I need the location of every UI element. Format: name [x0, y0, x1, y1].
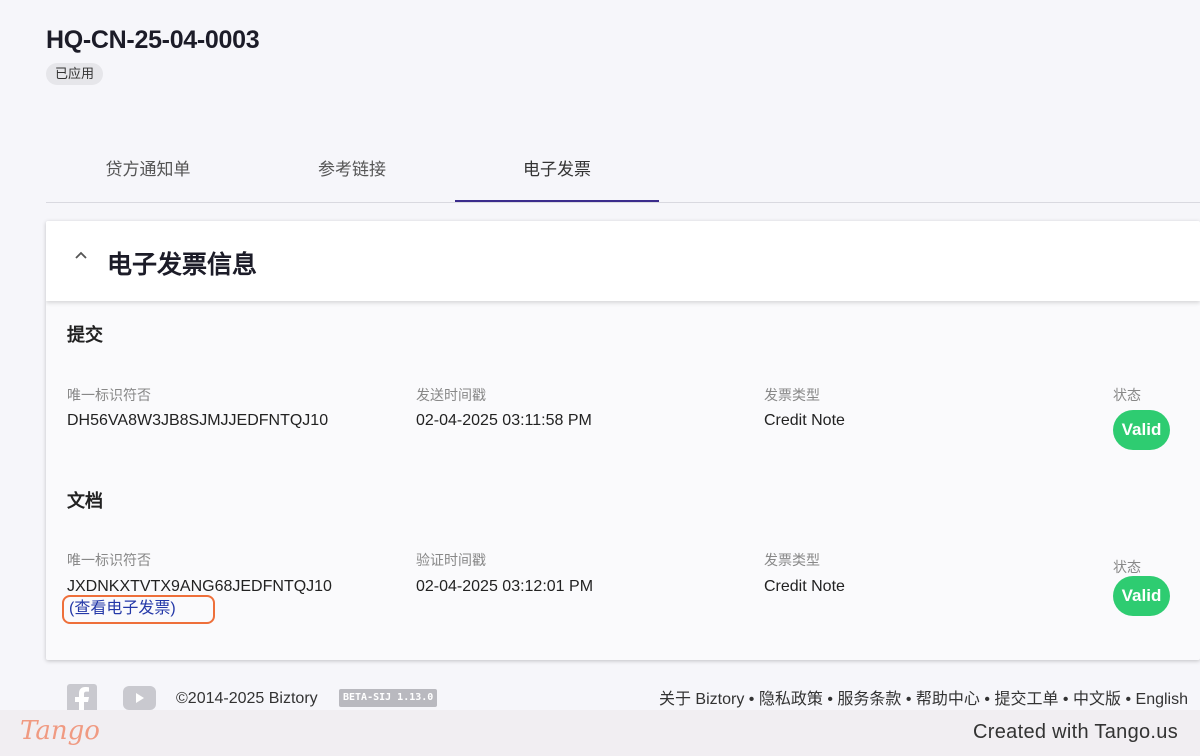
- youtube-icon[interactable]: [123, 686, 156, 710]
- submission-time-value: 02-04-2025 03:11:58 PM: [416, 412, 592, 429]
- card-title: 电子发票信息: [107, 251, 258, 279]
- footer-separator: •: [984, 691, 990, 708]
- footer-link-privacy[interactable]: 隐私政策: [759, 691, 823, 708]
- submission-status-label: 状态: [1113, 387, 1141, 403]
- tango-watermark-bar: Tango Created with Tango.us: [0, 710, 1200, 756]
- tab-credit-note[interactable]: 贷方通知单: [46, 140, 250, 202]
- footer-link-ticket[interactable]: 提交工单: [994, 691, 1058, 708]
- document-section-title: 文档: [67, 491, 103, 511]
- footer-separator: •: [1062, 691, 1069, 708]
- footer-link-about[interactable]: 关于 Biztory: [659, 691, 744, 708]
- document-status-badge: Valid: [1113, 576, 1170, 616]
- footer-link-terms[interactable]: 服务条款: [837, 691, 901, 708]
- submission-section-title: 提交: [67, 325, 103, 345]
- footer-links: 关于 Biztory • 隐私政策 • 服务条款 • 帮助中心 • 提交工单 •…: [659, 685, 1188, 709]
- submission-uid-label: 唯一标识符否: [67, 387, 151, 403]
- document-type-label: 发票类型: [764, 552, 820, 568]
- submission-type-value: Credit Note: [764, 412, 845, 429]
- tango-logo: Tango: [20, 716, 100, 746]
- version-badge: BETA-SIJ 1.13.0: [339, 689, 438, 707]
- document-time-label: 验证时间戳: [416, 552, 486, 568]
- status-chip: 已应用: [46, 63, 104, 85]
- footer-link-english[interactable]: English: [1136, 691, 1188, 708]
- tango-credit: Created with Tango.us: [973, 721, 1178, 743]
- chevron-up-icon[interactable]: [70, 245, 92, 267]
- submission-time-label: 发送时间戳: [416, 387, 486, 403]
- submission-status-badge: Valid: [1113, 410, 1170, 450]
- document-status-label: 状态: [1113, 559, 1141, 575]
- tab-bar: 贷方通知单 参考链接 电子发票: [46, 140, 1200, 203]
- document-title: HQ-CN-25-04-0003: [46, 26, 260, 54]
- submission-type-label: 发票类型: [764, 387, 820, 403]
- footer-link-help[interactable]: 帮助中心: [916, 691, 980, 708]
- footer-separator: •: [827, 691, 833, 708]
- tab-reference-links[interactable]: 参考链接: [250, 140, 454, 202]
- submission-uid-value: DH56VA8W3JB8SJMJJEDFNTQJ10: [67, 412, 329, 429]
- document-time-value: 02-04-2025 03:12:01 PM: [416, 578, 594, 595]
- tab-e-invoice[interactable]: 电子发票: [455, 140, 659, 202]
- document-type-value: Credit Note: [764, 578, 845, 595]
- document-uid-value: JXDNKXTVTX9ANG68JEDFNTQJ10: [67, 578, 332, 595]
- card-header[interactable]: 电子发票信息: [46, 221, 1200, 301]
- footer-separator: •: [748, 691, 755, 708]
- footer-separator: •: [905, 691, 912, 708]
- footer-link-chinese[interactable]: 中文版: [1073, 691, 1121, 708]
- document-uid-label: 唯一标识符否: [67, 552, 151, 568]
- footer-separator: •: [1125, 691, 1132, 708]
- e-invoice-card: 电子发票信息 提交 唯一标识符否 DH56VA8W3JB8SJMJJEDFNTQ…: [46, 221, 1200, 660]
- copyright-text: ©2014-2025 Biztory: [176, 690, 318, 707]
- view-e-invoice-link[interactable]: (查看电子发票): [62, 595, 215, 624]
